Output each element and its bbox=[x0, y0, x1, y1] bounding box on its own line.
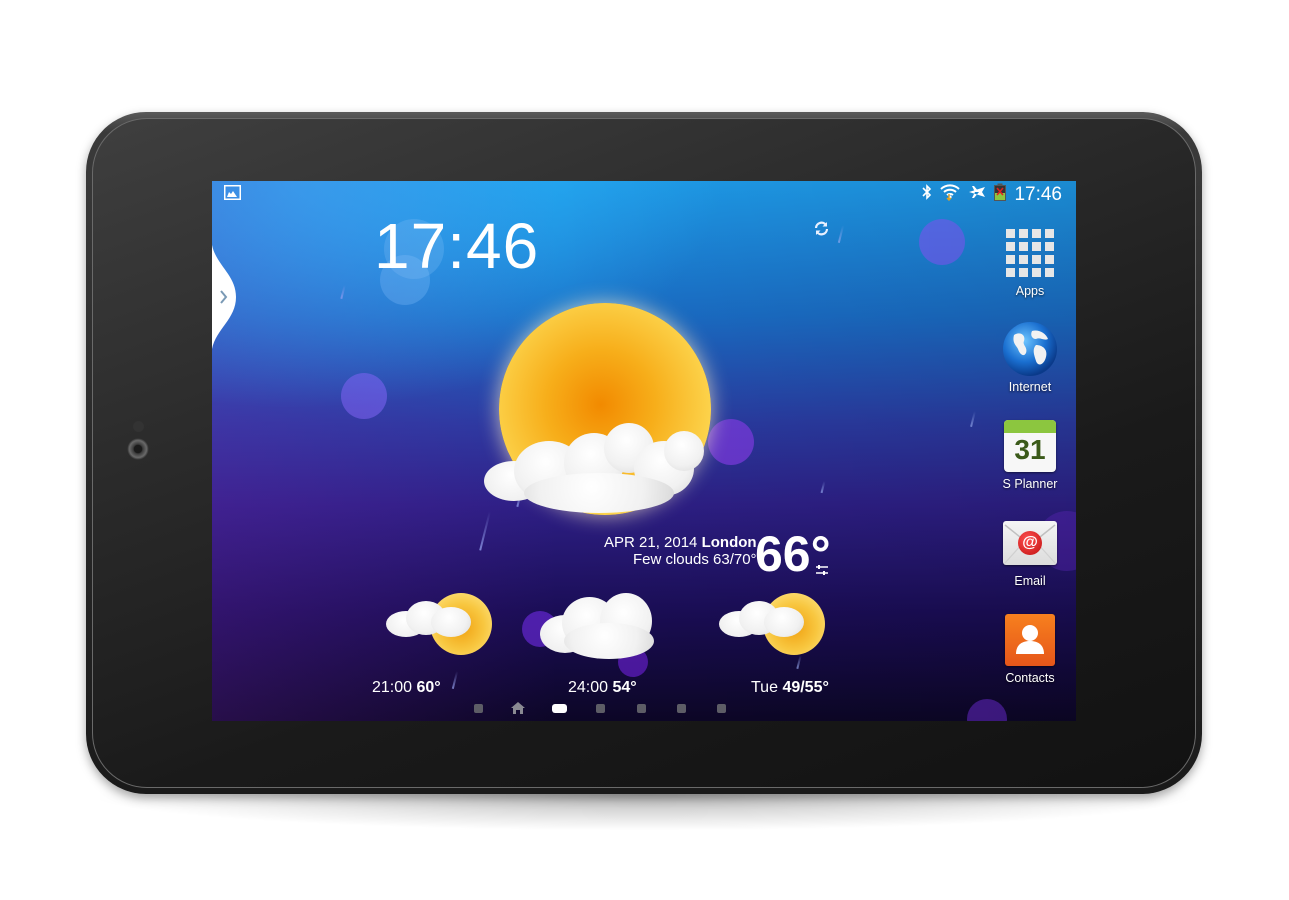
bokeh-light bbox=[341, 373, 387, 419]
battery-icon bbox=[994, 183, 1007, 206]
dock-label: Contacts bbox=[1005, 671, 1055, 685]
status-bar-time: 17:46 bbox=[1014, 183, 1062, 205]
airplane-mode-icon bbox=[968, 184, 986, 205]
front-camera bbox=[127, 438, 149, 460]
forecast-time: 24:00 bbox=[568, 679, 609, 696]
forecast-item: Tue 49/55° bbox=[751, 679, 829, 697]
rain-streak bbox=[340, 284, 346, 300]
cloudy-icon bbox=[540, 591, 670, 671]
status-bar: 17:46 bbox=[212, 181, 1076, 205]
sliders-icon[interactable] bbox=[815, 563, 829, 581]
dock-label: Apps bbox=[1015, 284, 1045, 298]
dock-item-contacts[interactable]: Contacts bbox=[996, 612, 1064, 685]
calendar-day: 31 bbox=[1014, 434, 1046, 465]
bluetooth-icon bbox=[922, 184, 932, 205]
dock-item-internet[interactable]: Internet bbox=[996, 321, 1064, 394]
page-dot[interactable] bbox=[596, 704, 605, 713]
side-panel-handle[interactable] bbox=[212, 245, 236, 354]
page-dot[interactable] bbox=[677, 704, 686, 713]
forecast-item: 21:00 60° bbox=[372, 679, 441, 697]
rain-streak bbox=[970, 410, 976, 428]
dock-item-email[interactable]: @ Email bbox=[996, 515, 1064, 588]
page-dot[interactable] bbox=[474, 704, 483, 713]
weather-city: London bbox=[701, 534, 757, 551]
home-page-icon[interactable] bbox=[510, 701, 526, 720]
forecast-time: 21:00 bbox=[372, 679, 413, 696]
bokeh-light bbox=[967, 699, 1007, 721]
weather-date: APR 21, 2014 bbox=[604, 534, 698, 551]
cloud-graphic bbox=[474, 421, 724, 521]
globe-icon bbox=[1002, 321, 1058, 377]
refresh-icon[interactable] bbox=[813, 220, 830, 242]
forecast-day: Tue bbox=[751, 679, 778, 696]
dock-label: Email bbox=[1014, 574, 1046, 588]
wifi-icon bbox=[940, 183, 961, 206]
dock-item-apps[interactable]: Apps bbox=[996, 225, 1064, 298]
bokeh-light bbox=[919, 219, 965, 265]
forecast-temp: 49/55° bbox=[782, 679, 829, 696]
dock-item-s-planner[interactable]: 31 S Planner bbox=[996, 418, 1064, 491]
home-screen: 17:46 17:46 APR 21, 2014 London Few clou… bbox=[212, 181, 1076, 721]
apps-grid-icon bbox=[1002, 225, 1058, 281]
dock-label: S Planner bbox=[1002, 477, 1058, 491]
calendar-icon: 31 bbox=[1002, 418, 1058, 474]
gallery-icon[interactable] bbox=[224, 185, 241, 205]
light-sensor bbox=[133, 421, 144, 432]
forecast-temp: 54° bbox=[612, 679, 637, 696]
email-icon: @ bbox=[1002, 515, 1058, 571]
rain-streak bbox=[837, 225, 845, 243]
dock-label: Internet bbox=[1008, 380, 1052, 394]
partly-cloudy-rain-icon bbox=[386, 591, 496, 671]
forecast-item: 24:00 54° bbox=[568, 679, 637, 697]
page-dot[interactable] bbox=[637, 704, 646, 713]
partly-cloudy-rain-icon bbox=[719, 591, 829, 671]
contacts-icon bbox=[1002, 612, 1058, 668]
rain-streak bbox=[451, 671, 459, 689]
rain-streak bbox=[820, 480, 826, 494]
clock-widget-time[interactable]: 17:46 bbox=[374, 209, 539, 283]
page-dot-active[interactable] bbox=[552, 704, 567, 713]
email-at-symbol: @ bbox=[1018, 531, 1042, 555]
page-dot[interactable] bbox=[717, 704, 726, 713]
weather-condition: Few clouds bbox=[632, 551, 709, 568]
forecast-temp: 60° bbox=[416, 679, 441, 696]
weather-info[interactable]: APR 21, 2014 London Few clouds 63/70° bbox=[604, 534, 757, 568]
weather-low-high: 63/70° bbox=[713, 551, 757, 568]
